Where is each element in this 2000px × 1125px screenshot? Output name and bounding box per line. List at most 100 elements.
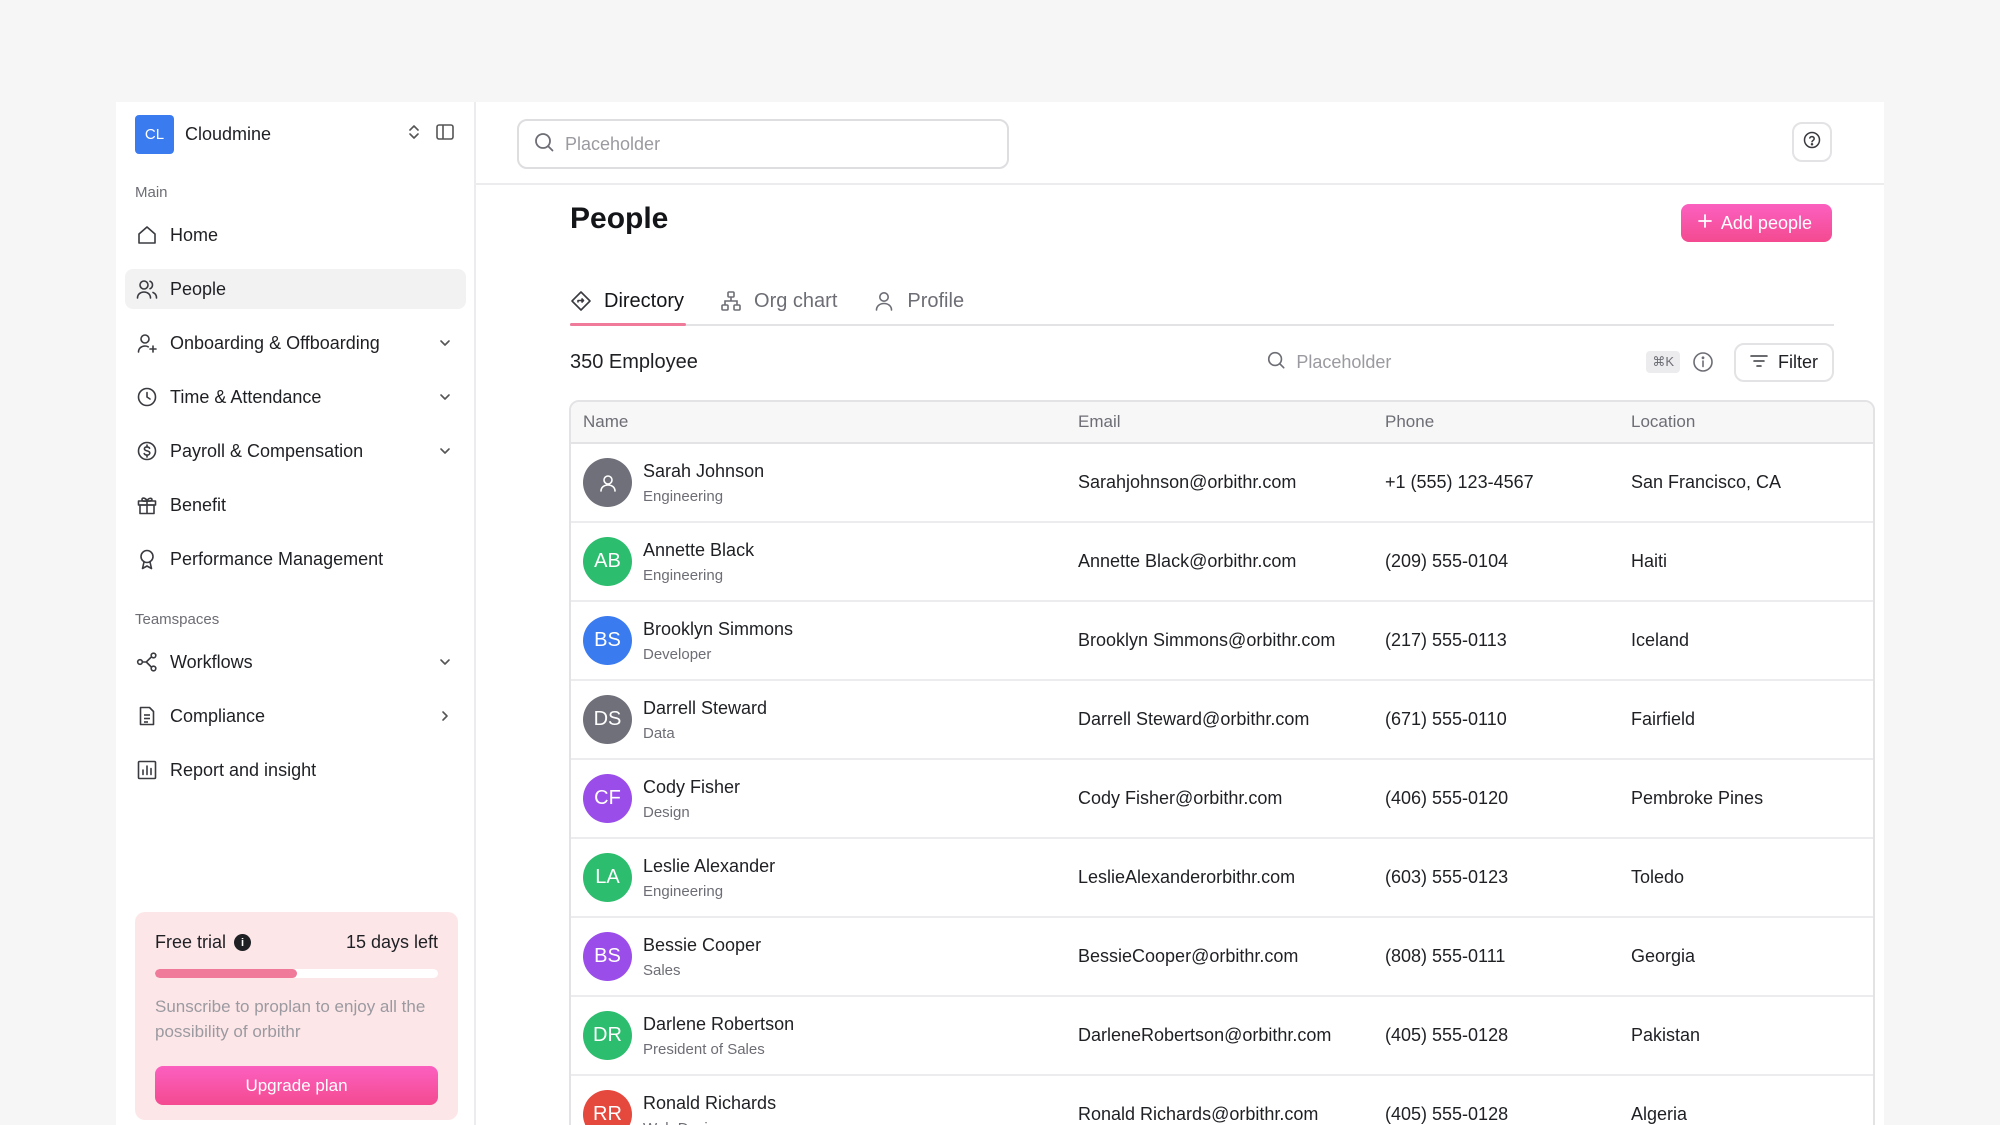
upgrade-plan-button[interactable]: Upgrade plan	[155, 1066, 438, 1105]
search-icon	[1266, 350, 1286, 375]
chevron-down-icon[interactable]	[436, 442, 454, 460]
cell-email: Darrell Steward@orbithr.com	[1078, 709, 1310, 729]
person-name[interactable]: Leslie Alexander	[643, 856, 775, 877]
avatar[interactable]: AB	[583, 537, 632, 586]
cell-location: Fairfield	[1631, 709, 1696, 729]
column-header-phone[interactable]: Phone	[1385, 412, 1631, 432]
filter-label: Filter	[1778, 351, 1818, 372]
chevron-up-down-icon[interactable]	[407, 123, 421, 146]
cell-phone: (406) 555-0120	[1385, 788, 1509, 808]
cell-name: BS Brooklyn Simmons Developer	[571, 616, 1078, 665]
cell-name: CF Cody Fisher Design	[571, 774, 1078, 823]
help-icon	[1803, 131, 1821, 154]
sidebar-item-time-and-attendance[interactable]: Time & Attendance	[125, 377, 466, 417]
cell-phone: (405) 555-0128	[1385, 1104, 1509, 1124]
document-icon	[135, 704, 159, 728]
main-content: People Add people Directory Org chart Prof…	[476, 102, 1884, 1125]
person-name[interactable]: Brooklyn Simmons	[643, 619, 793, 640]
avatar[interactable]: BS	[583, 932, 632, 981]
avatar-initials: DR	[593, 1024, 622, 1046]
table-search-input[interactable]	[1296, 351, 1597, 373]
table-search[interactable]	[1266, 350, 1646, 375]
sidebar-item-label: Performance Management	[170, 548, 384, 569]
workspace-switcher[interactable]: CL Cloudmine	[116, 102, 474, 166]
person-name[interactable]: Annette Black	[643, 540, 754, 561]
tab-profile[interactable]: Profile	[873, 278, 966, 324]
column-header-name[interactable]: Name	[571, 412, 1078, 432]
user-icon	[597, 472, 619, 494]
person-name[interactable]: Sarah Johnson	[643, 461, 764, 482]
help-button[interactable]	[1792, 122, 1832, 162]
cell-phone: +1 (555) 123-4567	[1385, 472, 1534, 492]
sidebar-item-workflows[interactable]: Workflows	[125, 642, 466, 682]
trial-title: Free trial	[155, 932, 227, 952]
plus-icon	[1697, 213, 1713, 234]
directory-icon	[570, 290, 592, 312]
chevron-right-icon[interactable]	[436, 707, 454, 725]
tab-directory[interactable]: Directory	[570, 278, 687, 326]
person-role: Engineering	[643, 487, 724, 505]
cell-email: Sarahjohnson@orbithr.com	[1078, 472, 1297, 492]
person-role: Sales	[643, 961, 681, 979]
filter-icon	[1750, 352, 1768, 373]
avatar[interactable]	[583, 458, 632, 507]
avatar[interactable]: DR	[583, 1011, 632, 1060]
sidebar-toggle-icon[interactable]	[435, 123, 455, 146]
table-row[interactable]: CF Cody Fisher Design Cody Fisher@orbithr.c…	[571, 760, 1873, 839]
cell-phone: (405) 555-0128	[1385, 1025, 1509, 1045]
sidebar-item-performance-management[interactable]: Performance Management	[125, 539, 466, 579]
table-row[interactable]: DR Darlene Robertson President of Sales Dar…	[571, 997, 1873, 1076]
person-name[interactable]: Darlene Robertson	[643, 1014, 794, 1035]
tab-org-chart[interactable]: Org chart	[720, 278, 839, 324]
cell-name: BS Bessie Cooper Sales	[571, 932, 1078, 981]
sidebar-item-payroll-and-compensation[interactable]: Payroll & Compensation	[125, 431, 466, 471]
table-row[interactable]: LA Leslie Alexander Engineering LeslieAlexa…	[571, 839, 1873, 918]
person-name[interactable]: Bessie Cooper	[643, 935, 761, 956]
table-row[interactable]: BS Brooklyn Simmons Developer Brooklyn Simm…	[571, 602, 1873, 681]
sidebar-item-report-and-insight[interactable]: Report and insight	[125, 750, 466, 790]
table-header: Name Email Phone Location	[571, 402, 1873, 444]
user-plus-icon	[135, 331, 159, 355]
bar-chart-icon	[135, 758, 159, 782]
sidebar-item-onboarding-and-offboarding[interactable]: Onboarding & Offboarding	[125, 323, 466, 363]
chevron-down-icon[interactable]	[436, 334, 454, 352]
avatar[interactable]: LA	[583, 853, 632, 902]
person-name[interactable]: Cody Fisher	[643, 777, 740, 798]
cell-location: Georgia	[1631, 946, 1696, 966]
trial-days-left: 15 days left	[345, 932, 438, 952]
avatar[interactable]: BS	[583, 616, 632, 665]
avatar[interactable]: DS	[583, 695, 632, 744]
sidebar-item-benefit[interactable]: Benefit	[125, 485, 466, 525]
global-search[interactable]	[517, 119, 1009, 169]
table-row[interactable]: AB Annette Black Engineering Annette Black@…	[571, 523, 1873, 602]
cell-location: Haiti	[1631, 551, 1668, 571]
avatar-initials: BS	[594, 629, 621, 651]
person-name[interactable]: Ronald Richards	[643, 1093, 776, 1114]
table-row[interactable]: Sarah Johnson Engineering Sarahjohnson@orb…	[571, 444, 1873, 523]
table-row[interactable]: BS Bessie Cooper Sales BessieCooper@orbithr…	[571, 918, 1873, 997]
column-header-email[interactable]: Email	[1078, 412, 1385, 432]
tab-label: Profile	[907, 289, 965, 312]
cell-name: DR Darlene Robertson President of Sales	[571, 1011, 1078, 1060]
people-table: Name Email Phone Location Sarah Johnson E…	[569, 400, 1875, 1125]
person-name[interactable]: Darrell Steward	[643, 698, 767, 719]
sidebar-item-people[interactable]: People	[125, 269, 466, 309]
chevron-down-icon[interactable]	[436, 653, 454, 671]
chevron-down-icon[interactable]	[436, 388, 454, 406]
home-icon	[135, 223, 159, 247]
info-circle-icon[interactable]	[1692, 351, 1714, 373]
global-search-input[interactable]	[565, 133, 965, 155]
nav-teamspaces: Workflows Compliance Report and insight	[116, 642, 474, 790]
sidebar-item-home[interactable]: Home	[125, 215, 466, 255]
avatar-initials: BS	[594, 945, 621, 967]
sidebar-item-compliance[interactable]: Compliance	[125, 696, 466, 736]
column-header-location[interactable]: Location	[1631, 412, 1873, 432]
avatar[interactable]: RR	[583, 1090, 632, 1125]
add-people-button[interactable]: Add people	[1680, 204, 1832, 242]
table-row[interactable]: DS Darrell Steward Data Darrell Steward@orb…	[571, 681, 1873, 760]
info-icon[interactable]: i	[234, 934, 252, 951]
filter-button[interactable]: Filter	[1734, 342, 1834, 382]
avatar[interactable]: CF	[583, 774, 632, 823]
tab-label: Directory	[604, 289, 685, 312]
table-row[interactable]: RR Ronald Richards Web Designer Ronald Rich…	[571, 1076, 1873, 1125]
